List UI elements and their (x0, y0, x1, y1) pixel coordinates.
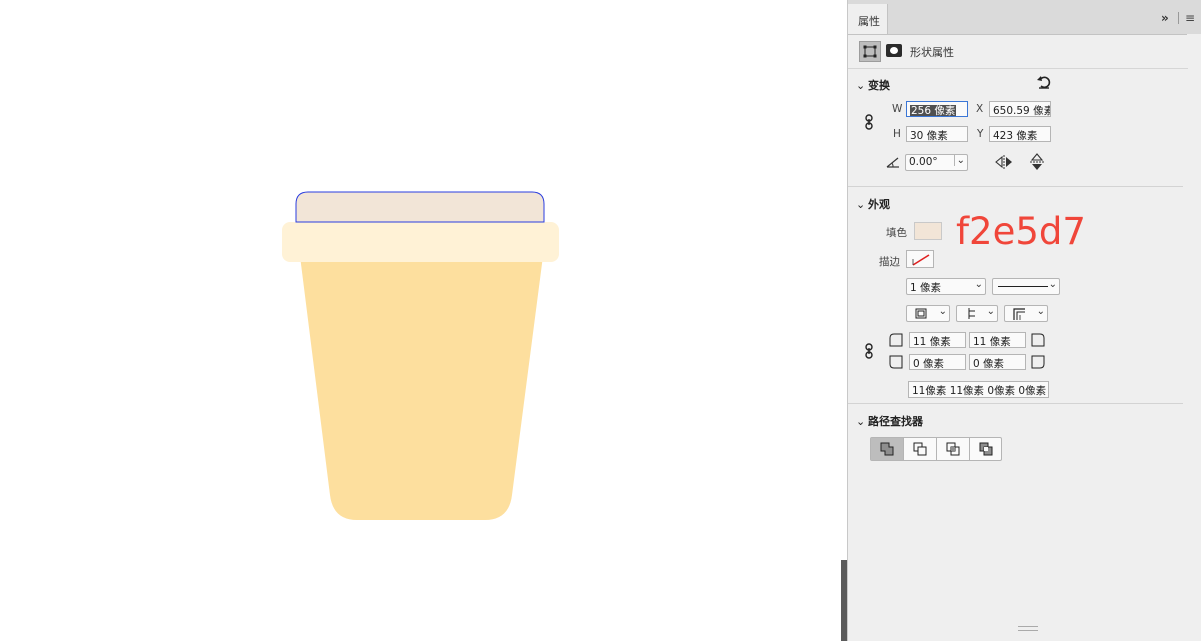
chevron-down-icon: ⌄ (1048, 279, 1057, 290)
corner-top-right-icon (1031, 333, 1045, 347)
corner-top-left-icon (889, 333, 903, 347)
x-label: X (976, 103, 984, 115)
y-input[interactable]: 423 像素 (989, 126, 1051, 142)
chevron-down-icon: ⌄ (1036, 306, 1045, 317)
double-chevron-right-icon[interactable]: » (1161, 11, 1169, 25)
chevron-down-icon: ⌄ (953, 155, 965, 166)
exclude-icon (979, 442, 993, 456)
panel-scrollbar[interactable] (1187, 34, 1201, 594)
tab-properties-label: 属性 (858, 15, 880, 28)
pathfinder-exclude-button[interactable] (970, 438, 1003, 460)
link-constrain-icon[interactable] (864, 114, 874, 130)
section-separator (848, 186, 1183, 187)
width-input[interactable]: 256 像素 (906, 101, 968, 117)
intersect-icon (946, 442, 960, 456)
hamburger-menu-icon[interactable]: ≡ (1185, 11, 1195, 25)
reset-transform-icon[interactable] (1036, 74, 1052, 90)
fill-color-annotation: f2e5d7 (956, 210, 1086, 253)
corner-bottom-left-input[interactable]: 0 像素 (909, 354, 966, 370)
flip-vertical-icon[interactable] (1030, 153, 1044, 171)
x-input[interactable]: 650.59 像素 (989, 101, 1051, 117)
artboard-canvas[interactable] (0, 0, 843, 641)
y-label: Y (977, 128, 984, 140)
section-pathfinder-header[interactable]: ⌄ 路径查找器 (856, 413, 923, 429)
bounding-box-icon (863, 45, 877, 58)
corner-bottom-left-icon (889, 355, 903, 369)
solid-line-icon (998, 286, 1048, 287)
corner-radius-summary[interactable]: 11像素 11像素 0像素 0像素 (908, 381, 1049, 398)
minus-front-icon (913, 442, 927, 456)
flip-horizontal-icon[interactable] (995, 155, 1013, 169)
corner-bottom-right-icon (1031, 355, 1045, 369)
tab-properties[interactable]: 属性 (848, 4, 888, 34)
stroke-style-dropdown[interactable]: ⌄ (992, 278, 1060, 295)
tab-divider (1178, 12, 1179, 24)
cup-body-shape (300, 256, 543, 520)
stroke-corner-dropdown[interactable]: ⌄ (1004, 305, 1048, 322)
corner-bottom-right-input[interactable]: 0 像素 (969, 354, 1026, 370)
pathfinder-unite-button[interactable] (871, 438, 904, 460)
link-corners-icon[interactable] (864, 343, 874, 359)
corner-top-right-input[interactable]: 11 像素 (969, 332, 1026, 348)
chevron-down-icon: ⌄ (856, 79, 866, 92)
angle-value: 0.00° (909, 156, 938, 168)
width-label: W (892, 103, 903, 115)
panel-resize-grip[interactable] (1018, 626, 1038, 631)
unite-icon (880, 442, 894, 456)
section-appearance-title: 外观 (868, 198, 890, 211)
stroke-color-swatch[interactable] (906, 250, 934, 268)
cup-sleeve-shape (282, 222, 559, 262)
coffee-cup-artwork[interactable] (280, 190, 565, 525)
height-label: H (893, 128, 901, 140)
corner-top-left-input[interactable]: 11 像素 (909, 332, 966, 348)
section-pathfinder-title: 路径查找器 (868, 415, 923, 428)
stroke-width-dropdown[interactable]: 1 像素 ⌄ (906, 278, 986, 295)
chevron-down-icon: ⌄ (938, 306, 947, 317)
shape-bounds-button[interactable] (859, 41, 881, 62)
stroke-corner-icon (1013, 308, 1025, 320)
no-stroke-icon (912, 254, 930, 266)
stroke-align-dropdown[interactable]: ⌄ (906, 305, 950, 322)
stroke-cap-icon (968, 308, 975, 319)
chevron-down-icon: ⌄ (856, 415, 866, 428)
pathfinder-intersect-button[interactable] (937, 438, 970, 460)
height-input[interactable]: 30 像素 (906, 126, 968, 142)
stroke-align-inside-icon (915, 308, 927, 319)
shape-mask-icon[interactable] (886, 44, 902, 57)
pathfinder-button-group (870, 437, 1002, 461)
fill-label: 填色 (886, 227, 907, 239)
section-transform-header[interactable]: ⌄ 变换 (856, 77, 890, 93)
panel-tab-bar: 属性 » ≡ (848, 0, 1201, 35)
section-appearance-header[interactable]: ⌄ 外观 (856, 196, 890, 212)
stroke-label: 描边 (879, 256, 900, 268)
cup-lid-shape (295, 191, 545, 223)
chevron-down-icon: ⌄ (856, 198, 866, 211)
properties-panel: 属性 » ≡ 形状属性 ⌄ 变换 W 256 像素 X 650.59 像素 H … (847, 0, 1201, 641)
angle-icon (886, 157, 899, 168)
section-separator (848, 403, 1183, 404)
section-transform-title: 变换 (868, 79, 890, 92)
width-input-value: 256 像素 (910, 105, 957, 117)
shape-properties-row: 形状属性 (848, 34, 1188, 69)
chevron-down-icon: ⌄ (986, 306, 995, 317)
pathfinder-minus-front-button[interactable] (904, 438, 937, 460)
fill-color-swatch[interactable] (914, 222, 942, 240)
stroke-cap-dropdown[interactable]: ⌄ (956, 305, 998, 322)
stroke-width-value: 1 像素 (910, 282, 942, 294)
angle-dropdown[interactable]: 0.00° ⌄ (905, 154, 968, 171)
chevron-down-icon: ⌄ (974, 279, 983, 290)
shape-properties-title: 形状属性 (910, 46, 954, 59)
